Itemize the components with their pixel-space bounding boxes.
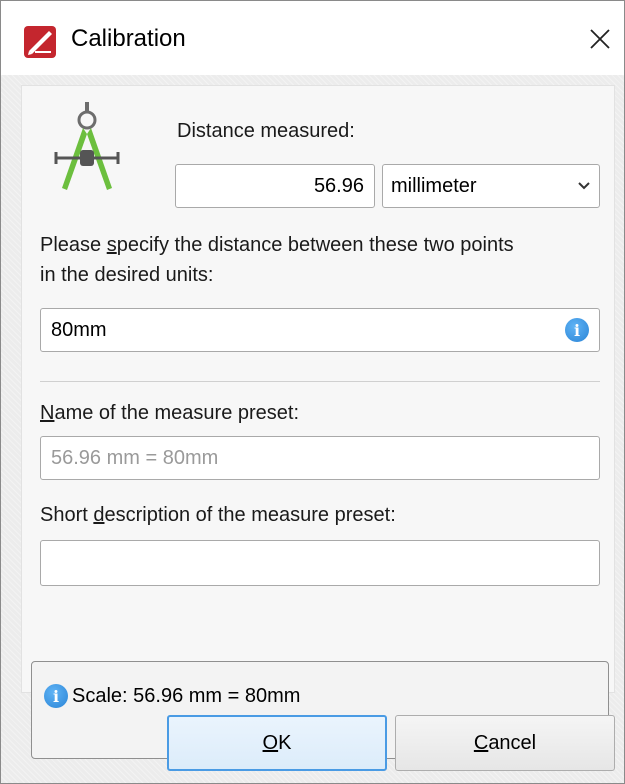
desired-distance-value: 80mm: [51, 318, 107, 341]
cancel-button-label: ancel: [488, 731, 537, 754]
caliper-icon: [54, 102, 120, 190]
content-panel: Distance measured: 56.96 millimeter Plea…: [21, 85, 615, 693]
preset-description-label: Short description of the measure preset:: [40, 504, 396, 527]
distance-value-text: 56.96: [313, 174, 364, 197]
cancel-button-mnemonic: C: [473, 731, 489, 754]
distance-value-input[interactable]: 56.96: [175, 164, 375, 208]
ok-button-label: K: [278, 731, 292, 754]
close-button[interactable]: [576, 15, 624, 63]
distance-measured-label: Distance measured:: [177, 120, 355, 142]
window-title: Calibration: [71, 25, 186, 52]
ok-button-mnemonic: O: [262, 731, 279, 754]
title-bar: Calibration: [1, 1, 624, 75]
info-icon: i: [44, 684, 68, 708]
specify-label-part: pecify the distance between these two po…: [116, 234, 514, 256]
dialog-body: Distance measured: 56.96 millimeter Plea…: [1, 75, 624, 783]
preset-name-placeholder: 56.96 mm = 80mm: [51, 446, 219, 469]
scale-info-row: i Scale: 56.96 mm = 80mm: [44, 684, 300, 708]
specify-label-mnemonic: s: [106, 234, 117, 256]
preset-desc-label-mnemonic: d: [93, 504, 105, 526]
specify-label-part: Please: [40, 234, 107, 256]
specify-distance-label: Please specify the distance between thes…: [40, 234, 514, 257]
info-icon[interactable]: i: [565, 318, 589, 342]
specify-distance-label-line2: in the desired units:: [40, 264, 214, 286]
desired-distance-input[interactable]: 80mm i: [40, 308, 600, 352]
preset-name-label-part: ame of the measure preset:: [54, 402, 300, 424]
cancel-button[interactable]: Cancel: [395, 715, 615, 771]
unit-select[interactable]: millimeter: [382, 164, 600, 208]
preset-desc-label-part: escription of the measure preset:: [104, 504, 396, 526]
unit-select-value: millimeter: [391, 174, 477, 197]
preset-name-input[interactable]: 56.96 mm = 80mm: [40, 436, 600, 480]
chevron-down-icon: [578, 182, 590, 190]
calibration-dialog: Calibration Distance measured: 56.96 mil…: [0, 0, 625, 784]
scale-text: Scale: 56.96 mm = 80mm: [72, 684, 301, 707]
close-icon: [590, 29, 610, 49]
preset-name-label: Name of the measure preset:: [40, 402, 299, 425]
preset-description-input[interactable]: [40, 540, 600, 586]
divider: [40, 381, 600, 382]
ok-button[interactable]: OK: [167, 715, 387, 771]
preset-name-label-mnemonic: N: [40, 402, 55, 424]
preset-desc-label-part: Short: [40, 504, 94, 526]
app-logo-icon: [24, 26, 56, 58]
